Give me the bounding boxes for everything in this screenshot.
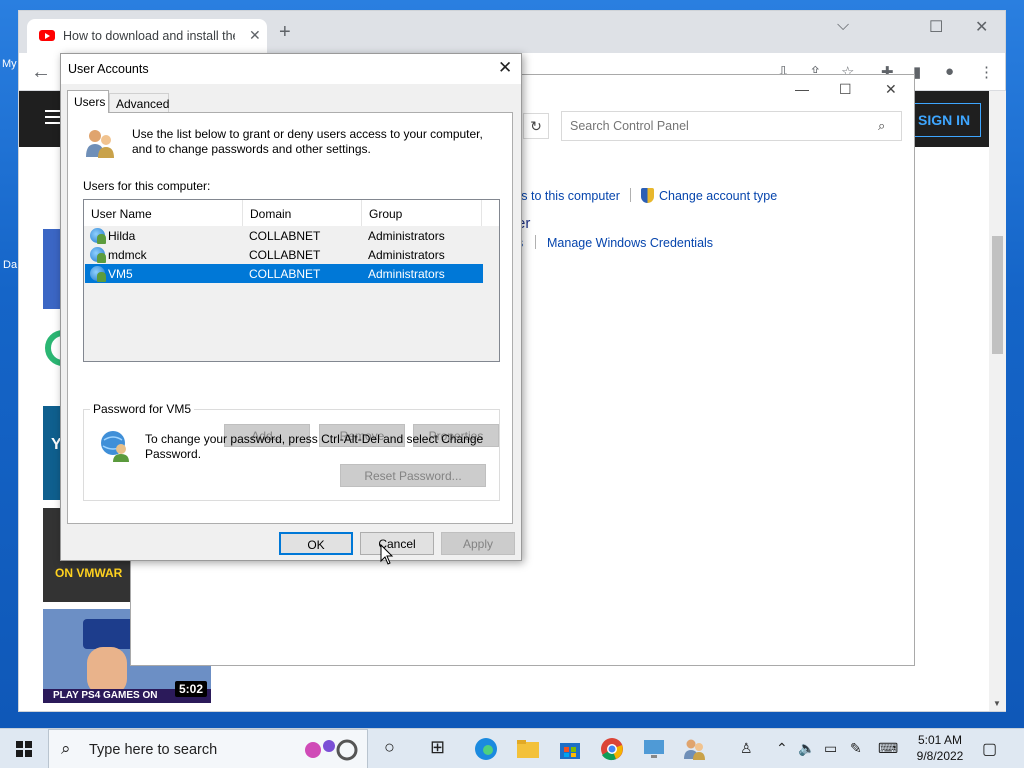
chrome-icon[interactable]: [600, 737, 624, 761]
dialog-titlebar[interactable]: User Accounts ✕: [61, 54, 521, 84]
hand-image: [87, 647, 127, 695]
cp-close-button[interactable]: ✕: [885, 81, 897, 98]
apply-button[interactable]: Apply: [441, 532, 515, 555]
browser-close-button[interactable]: ✕: [975, 17, 988, 37]
users-tab-panel: Use the list below to grant or deny user…: [67, 112, 513, 524]
user-row[interactable]: Hilda COLLABNET Administrators: [85, 226, 483, 245]
users-list-label: Users for this computer:: [83, 179, 211, 193]
uac-shield-icon: [641, 188, 654, 203]
user-accounts-dialog: User Accounts ✕ Users Advanced Use the l…: [60, 53, 522, 561]
intro-text: Use the list below to grant or deny user…: [132, 127, 483, 156]
tab-strip: How to download and install the ✕ + ⌵ ☐ …: [19, 11, 1005, 53]
clock-time: 5:01 AM: [917, 733, 963, 747]
search-highlight-icon: [305, 739, 358, 761]
volume-icon[interactable]: 🔈: [798, 740, 815, 757]
manage-credentials-link[interactable]: Manage Windows Credentials: [547, 236, 713, 250]
user-domain-cell: COLLABNET: [249, 248, 321, 262]
tab-title: How to download and install the: [63, 29, 235, 43]
people-icon[interactable]: ♙: [740, 740, 753, 757]
start-button-icon[interactable]: [16, 741, 32, 757]
hamburger-menu-icon[interactable]: [45, 110, 61, 112]
search-icon[interactable]: ⌕: [878, 118, 885, 134]
user-accounts-taskbar-icon[interactable]: [682, 737, 706, 761]
menu-icon[interactable]: ⋮: [979, 63, 994, 81]
column-header-group[interactable]: Group: [362, 200, 482, 226]
password-instructions: To change your password, press Ctrl-Alt-…: [145, 432, 484, 461]
scroll-down-arrow-icon[interactable]: ▼: [993, 699, 1001, 708]
page-scrollbar[interactable]: ▼: [989, 91, 1006, 711]
taskbar: ⌕ Type here to search ○ ⊞ ♙ ⌃ 🔈 ▭ ✎ ⌨ 5:…: [0, 728, 1024, 768]
task-view-icon[interactable]: ○: [384, 737, 395, 758]
keyboard-icon[interactable]: ⌨: [878, 740, 898, 757]
desktop-text-fragment: My: [2, 58, 17, 70]
user-name-cell: mdmck: [108, 248, 147, 262]
tab-users[interactable]: Users: [67, 90, 109, 113]
user-name-cell: Hilda: [108, 229, 136, 243]
network-icon[interactable]: ▭: [824, 740, 837, 757]
user-globe-icon: [101, 431, 129, 462]
tab-advanced[interactable]: Advanced: [109, 93, 169, 113]
tab-close-icon[interactable]: ✕: [249, 27, 261, 44]
cp-minimize-button[interactable]: —: [795, 81, 809, 97]
user-name-cell: VM5: [108, 267, 133, 281]
minimize-button[interactable]: ⌵: [837, 17, 849, 35]
users-list[interactable]: User Name Domain Group Hilda COLLABNET A…: [83, 199, 500, 362]
thumbnail-caption: ON VMWAR: [55, 566, 123, 580]
password-group-title: Password for VM5: [90, 402, 195, 416]
user-row[interactable]: mdmck COLLABNET Administrators: [85, 245, 483, 264]
taskbar-clock[interactable]: 5:01 AM 9/8/2022: [908, 732, 972, 764]
column-header-username[interactable]: User Name: [84, 200, 243, 226]
sign-in-button[interactable]: SIGN IN: [909, 103, 981, 137]
back-button[interactable]: ←: [31, 61, 51, 84]
pen-icon[interactable]: ✎: [850, 740, 862, 757]
notification-icon[interactable]: ▢: [982, 739, 997, 759]
search-icon: ⌕: [61, 739, 71, 758]
user-group-cell: Administrators: [368, 229, 445, 243]
give-access-link[interactable]: ss to this computer: [515, 189, 620, 203]
user-domain-cell: COLLABNET: [249, 267, 321, 281]
file-explorer-icon[interactable]: [516, 737, 540, 761]
link-separator: [535, 235, 536, 249]
scrollbar-thumb[interactable]: [992, 236, 1003, 354]
profile-icon[interactable]: ●: [945, 63, 954, 80]
users-icon: [86, 130, 114, 158]
browser-tab[interactable]: How to download and install the ✕: [27, 19, 267, 53]
taskbar-search-placeholder: Type here to search: [89, 742, 218, 758]
user-icon: [90, 247, 106, 263]
user-group-cell: Administrators: [368, 248, 445, 262]
reset-password-button[interactable]: Reset Password...: [340, 464, 486, 487]
user-domain-cell: COLLABNET: [249, 229, 321, 243]
user-group-cell: Administrators: [368, 267, 445, 281]
remote-desktop-icon[interactable]: [642, 737, 666, 761]
ok-button[interactable]: OK: [279, 532, 353, 555]
video-duration-badge: 5:02: [175, 681, 208, 697]
user-icon: [90, 228, 106, 244]
show-hidden-icons[interactable]: ⌃: [776, 740, 788, 757]
side-text-fragment: Da: [3, 259, 18, 271]
dialog-title: User Accounts: [68, 62, 149, 76]
clock-date: 9/8/2022: [916, 749, 964, 763]
user-icon: [90, 266, 106, 282]
control-panel-search-input[interactable]: [562, 112, 872, 140]
refresh-icon[interactable]: ↻: [523, 113, 549, 139]
link-separator: [630, 188, 631, 202]
cp-maximize-button[interactable]: ☐: [839, 81, 852, 98]
dialog-close-icon[interactable]: ✕: [498, 58, 512, 78]
column-header-domain[interactable]: Domain: [243, 200, 362, 226]
control-panel-search[interactable]: ⌕: [561, 111, 902, 141]
taskbar-search-box[interactable]: ⌕ Type here to search: [48, 729, 368, 768]
store-icon[interactable]: [558, 737, 582, 761]
change-account-type-link[interactable]: Change account type: [659, 189, 777, 203]
cancel-button[interactable]: Cancel: [360, 532, 434, 555]
list-header: User Name Domain Group: [84, 200, 499, 226]
maximize-button[interactable]: ☐: [929, 17, 943, 37]
password-groupbox: Password for VM5 To change your password…: [83, 402, 500, 501]
youtube-favicon-icon: [39, 30, 55, 41]
widgets-icon[interactable]: ⊞: [430, 737, 445, 758]
user-row-selected[interactable]: VM5 COLLABNET Administrators: [85, 264, 483, 283]
edge-icon[interactable]: [474, 737, 498, 761]
new-tab-button[interactable]: +: [279, 22, 291, 42]
mouse-cursor-icon: [380, 544, 394, 565]
